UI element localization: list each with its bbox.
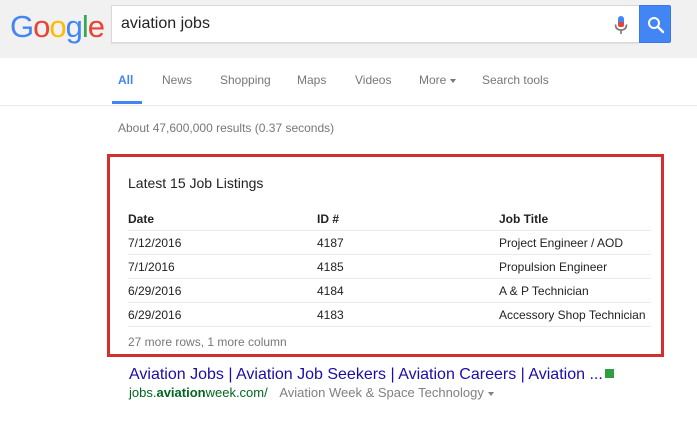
tab-shopping[interactable]: Shopping xyxy=(220,72,271,88)
active-tab-indicator xyxy=(112,101,142,104)
tab-maps[interactable]: Maps xyxy=(297,72,326,88)
logo-letter: o xyxy=(49,9,66,44)
cell-job-title: Propulsion Engineer xyxy=(499,260,608,274)
cell-date: 7/1/2016 xyxy=(128,260,175,274)
card-title: Latest 15 Job Listings xyxy=(128,175,264,191)
tab-search-tools[interactable]: Search tools xyxy=(482,72,549,88)
column-header: Date xyxy=(128,212,155,226)
cell-date: 6/29/2016 xyxy=(128,284,182,298)
cell-date: 6/29/2016 xyxy=(128,308,182,322)
cell-id: 4185 xyxy=(317,260,344,274)
result-site-name: Aviation Week & Space Technology xyxy=(279,385,484,400)
cell-date: 7/12/2016 xyxy=(128,236,182,250)
column-header: Job Title xyxy=(499,212,549,226)
cell-job-title: Accessory Shop Technician xyxy=(499,308,646,322)
tab-more[interactable]: More xyxy=(419,72,457,88)
green-badge-icon xyxy=(604,369,614,378)
cell-id: 4183 xyxy=(317,308,344,322)
result-title-link[interactable]: Aviation Jobs | Aviation Job Seekers | A… xyxy=(129,366,614,384)
more-rows-link[interactable]: 27 more rows, 1 more column xyxy=(128,335,287,349)
result-title-text: Aviation Jobs | Aviation Job Seekers | A… xyxy=(129,366,603,383)
cell-id: 4184 xyxy=(317,284,344,298)
search-tabs: All News Shopping Maps Videos More Searc… xyxy=(0,58,697,106)
search-icon xyxy=(648,17,665,34)
result-url: jobs.aviationweek.com/ xyxy=(129,385,268,400)
tab-all[interactable]: All xyxy=(118,72,133,88)
cell-job-title: A & P Technician xyxy=(499,284,589,298)
table-row[interactable]: 7/1/2016 4185 Propulsion Engineer xyxy=(128,255,651,279)
results-stats: About 47,600,000 results (0.37 seconds) xyxy=(118,121,335,135)
job-listings-card: Latest 15 Job Listings Date ID # Job Tit… xyxy=(107,154,664,357)
url-suffix: week.com/ xyxy=(205,385,268,400)
microphone-icon[interactable] xyxy=(612,15,630,35)
table-header-row: Date ID # Job Title xyxy=(128,207,651,231)
chevron-down-icon[interactable] xyxy=(487,391,494,396)
table-row[interactable]: 6/29/2016 4184 A & P Technician xyxy=(128,279,651,303)
tab-news[interactable]: News xyxy=(162,72,192,88)
tab-more-label: More xyxy=(419,73,447,87)
logo-letter: e xyxy=(87,9,105,44)
cell-job-title: Project Engineer / AOD xyxy=(499,236,624,250)
result-url-line: jobs.aviationweek.com/ Aviation Week & S… xyxy=(129,385,494,400)
logo-letter: G xyxy=(10,9,34,44)
table-row[interactable]: 6/29/2016 4183 Accessory Shop Technician xyxy=(128,303,651,327)
column-header: ID # xyxy=(317,212,340,226)
logo-letter: g xyxy=(65,9,83,44)
cell-id: 4187 xyxy=(317,236,344,250)
chevron-down-icon xyxy=(450,78,457,83)
search-button[interactable] xyxy=(639,5,671,43)
search-box xyxy=(111,5,639,43)
url-prefix: jobs. xyxy=(129,385,157,400)
tab-videos[interactable]: Videos xyxy=(355,72,391,88)
url-bold: aviation xyxy=(156,385,206,400)
table-row[interactable]: 7/12/2016 4187 Project Engineer / AOD xyxy=(128,231,651,255)
google-logo[interactable]: Google xyxy=(10,9,105,45)
header-bar: Google xyxy=(0,0,697,58)
search-input[interactable] xyxy=(112,6,592,42)
logo-letter: o xyxy=(33,9,50,44)
